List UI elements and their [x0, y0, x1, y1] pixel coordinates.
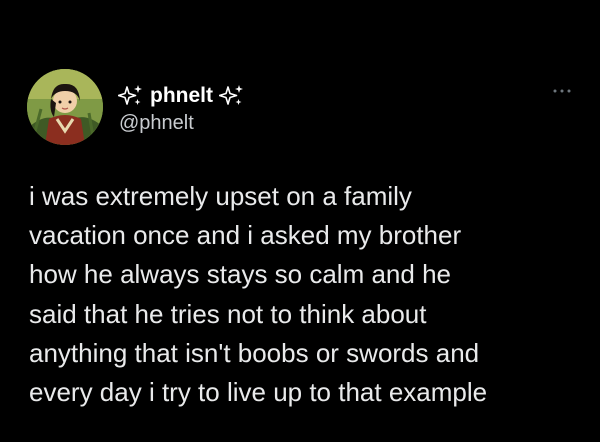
avatar-illustration-icon	[27, 69, 103, 145]
sparkles-icon	[118, 85, 142, 105]
display-name: phnelt	[150, 84, 213, 107]
tweet-text-line: how he always stays so calm and he	[29, 259, 451, 290]
display-name-row[interactable]: phnelt	[118, 84, 245, 108]
tweet-card: phnelt @phnelt i was extremely upset on …	[0, 0, 600, 442]
tweet-text-line: anything that isn't boobs or swords and	[29, 337, 480, 368]
sparkles-icon	[219, 85, 243, 105]
more-options-icon[interactable]	[551, 84, 573, 98]
tweet-text-line: every day i try to live up to that examp…	[29, 377, 488, 408]
avatar[interactable]	[27, 69, 103, 145]
user-handle[interactable]: @phnelt	[119, 112, 194, 135]
tweet-text-line: vacation once and i asked my brother	[29, 220, 462, 251]
tweet-text-line: i was extremely upset on a family	[29, 181, 412, 211]
tweet-text: i was extremely upset on a family vacati…	[29, 177, 589, 412]
tweet-text-line: said that he tries not to think about	[29, 298, 427, 329]
